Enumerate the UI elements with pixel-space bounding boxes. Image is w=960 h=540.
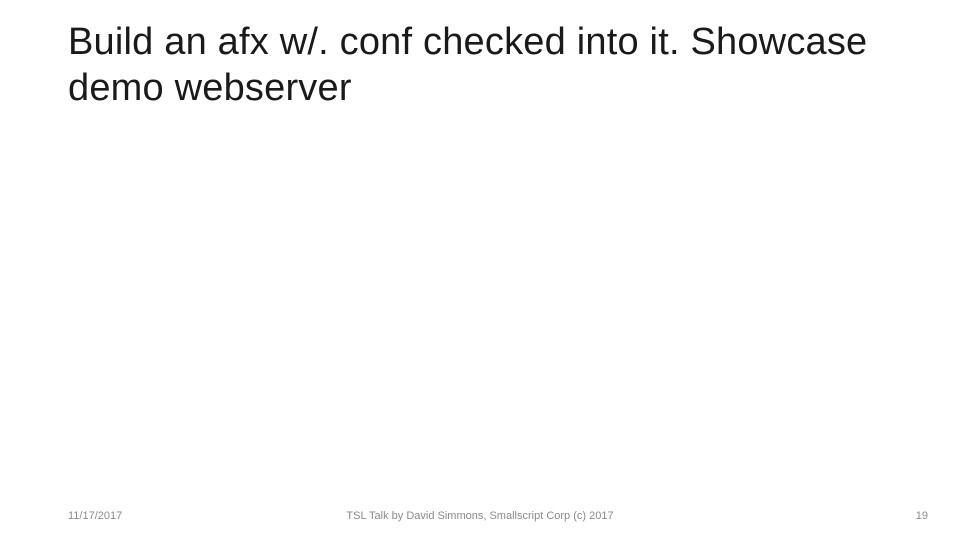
footer-page-number: 19 <box>916 510 928 522</box>
slide-title: Build an afx w/. conf checked into it. S… <box>68 20 930 111</box>
footer-attribution: TSL Talk by David Simmons, Smallscript C… <box>0 510 960 522</box>
slide: Build an afx w/. conf checked into it. S… <box>0 0 960 540</box>
